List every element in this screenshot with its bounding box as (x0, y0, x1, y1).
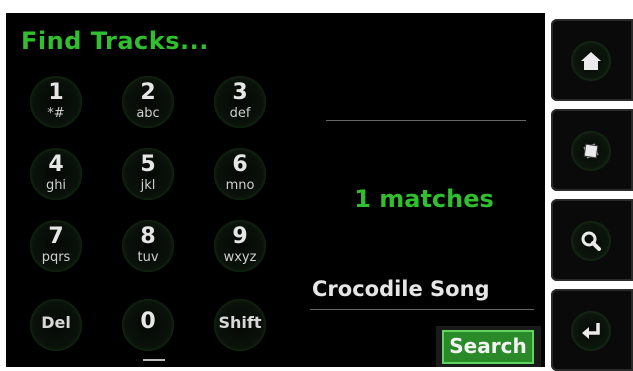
key-2[interactable]: 2 abc (122, 76, 174, 128)
shift-key[interactable]: Shift (214, 299, 266, 351)
key-digit: 2 (140, 80, 156, 105)
key-digit: 7 (48, 224, 64, 249)
key-digit: 0 (140, 309, 156, 334)
delete-label: Del (41, 313, 71, 332)
enter-arrow-icon (582, 323, 600, 339)
key-8[interactable]: 8 tuv (122, 220, 174, 272)
zero-underline (143, 359, 165, 361)
key-letters: tuv (137, 250, 159, 265)
key-letters: wxyz (223, 250, 257, 265)
page-title: Find Tracks... (21, 27, 209, 55)
result-track[interactable]: Crocodile Song (312, 277, 490, 301)
search-button[interactable]: Search (442, 330, 534, 364)
shift-label: Shift (218, 313, 262, 332)
key-letters: jkl (140, 178, 156, 193)
enter-button[interactable] (551, 289, 633, 371)
home-button[interactable] (551, 19, 633, 101)
magnifier-icon (581, 231, 601, 251)
key-letters: mno (225, 178, 255, 193)
search-button-frame: Search (436, 326, 541, 367)
key-7[interactable]: 7 pqrs (30, 220, 82, 272)
key-0[interactable]: 0 (122, 299, 174, 351)
key-letters: pqrs (41, 250, 71, 265)
key-digit: 1 (48, 80, 64, 105)
key-digit: 5 (140, 152, 156, 177)
key-letters: ghi (45, 178, 67, 193)
match-count: 1 matches (354, 185, 494, 213)
key-3[interactable]: 3 def (214, 76, 266, 128)
search-nav-button[interactable] (551, 199, 633, 281)
key-9[interactable]: 9 wxyz (214, 220, 266, 272)
library-button[interactable] (551, 109, 633, 191)
search-screen: Find Tracks... 1 *# 2 abc 3 def 4 ghi 5 … (6, 13, 545, 367)
key-5[interactable]: 5 jkl (122, 148, 174, 200)
input-divider (326, 120, 526, 121)
key-letters: *# (47, 106, 65, 121)
key-letters: abc (136, 106, 160, 121)
key-6[interactable]: 6 mno (214, 148, 266, 200)
key-digit: 4 (48, 152, 64, 177)
app-window: Find Tracks... 1 *# 2 abc 3 def 4 ghi 5 … (0, 0, 633, 371)
key-digit: 6 (232, 152, 248, 177)
key-1[interactable]: 1 *# (30, 76, 82, 128)
key-letters: def (229, 106, 251, 121)
side-nav (548, 13, 633, 371)
key-4[interactable]: 4 ghi (30, 148, 82, 200)
cards-icon (583, 143, 599, 159)
result-divider (310, 309, 534, 310)
key-digit: 8 (140, 224, 156, 249)
delete-key[interactable]: Del (30, 299, 82, 351)
key-digit: 3 (232, 80, 248, 105)
home-icon (581, 52, 601, 70)
key-digit: 9 (232, 224, 248, 249)
